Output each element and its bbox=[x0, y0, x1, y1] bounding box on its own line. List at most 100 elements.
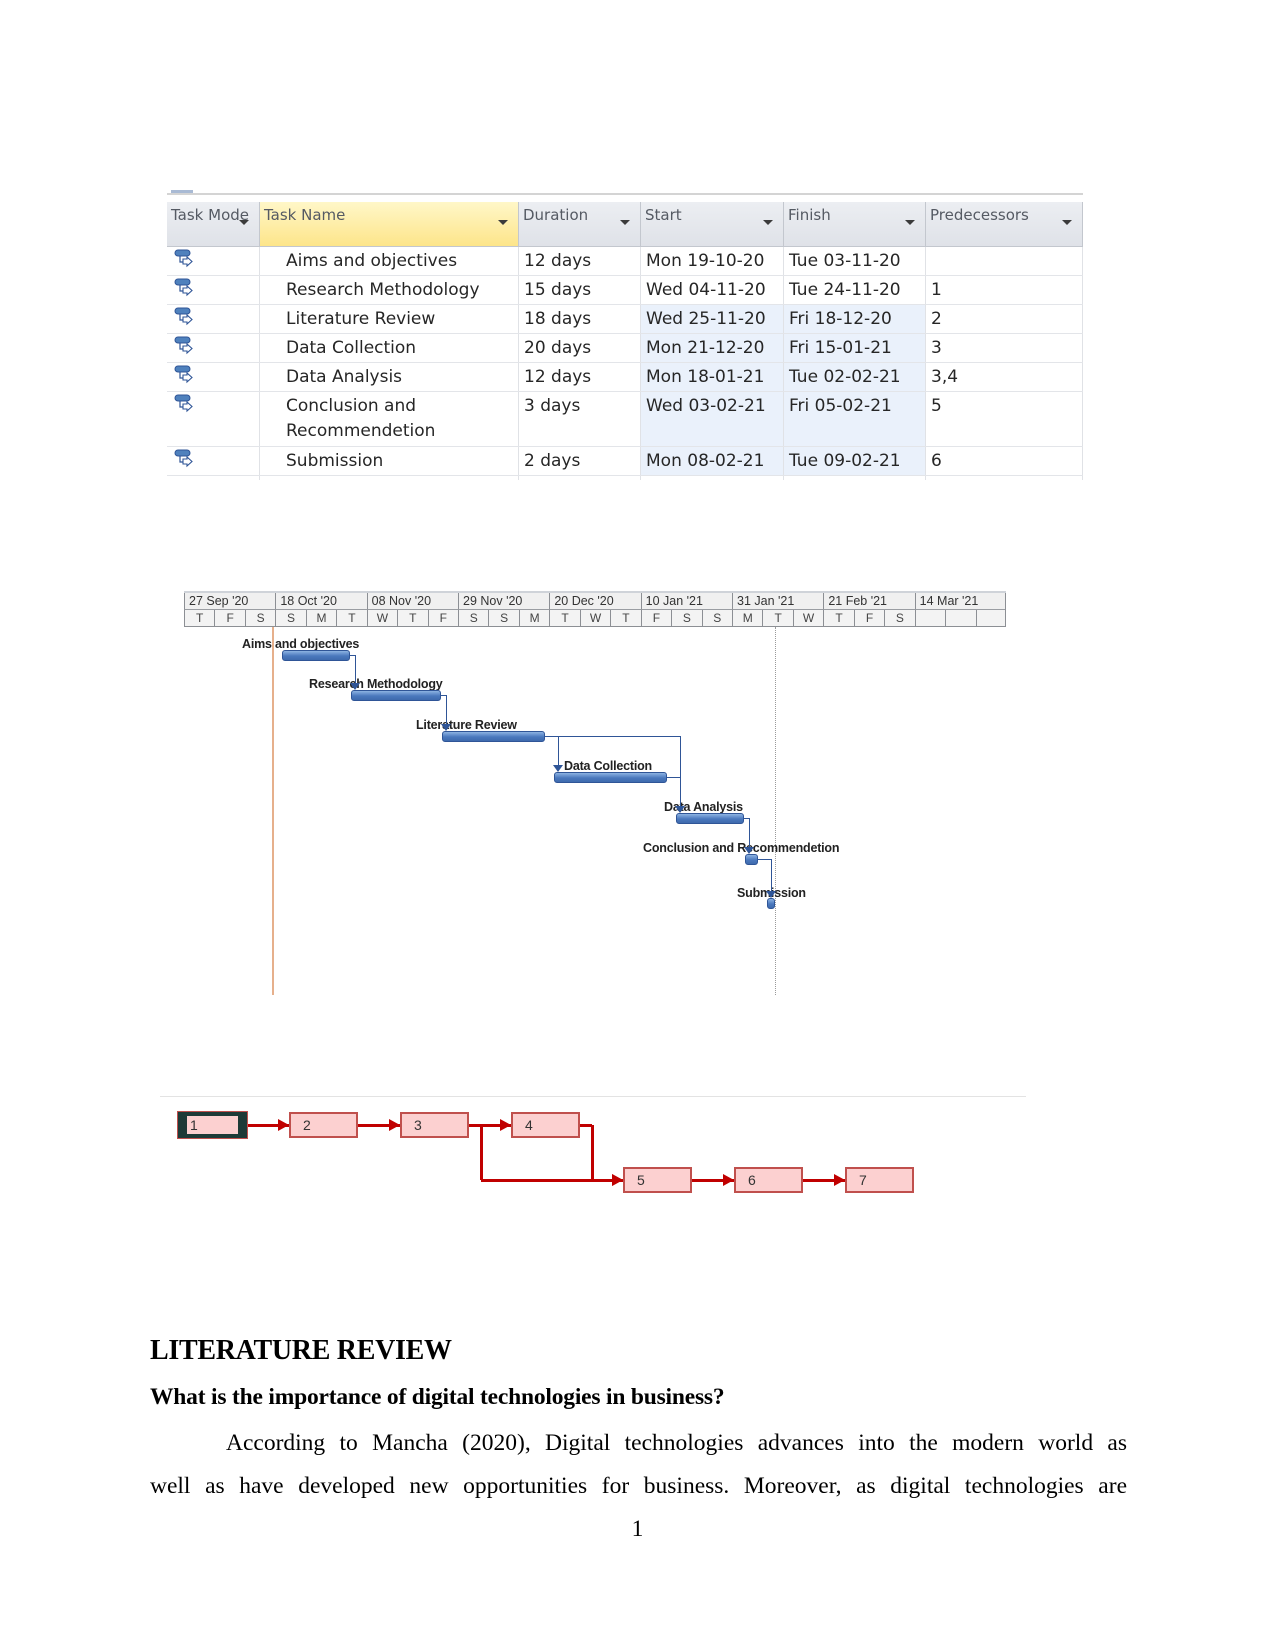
column-header-task-mode[interactable]: Task Mode bbox=[167, 202, 260, 247]
network-node-box[interactable]: 4 bbox=[511, 1112, 580, 1138]
table-row[interactable]: Submission 2 days Mon 08-02-21 Tue 09-02-21… bbox=[167, 447, 1083, 476]
timescale-minor-cell bbox=[945, 610, 976, 627]
cell-start[interactable]: Wed 03-02-21 bbox=[641, 392, 784, 446]
cell-duration[interactable]: 2 days bbox=[519, 447, 641, 475]
network-node-box[interactable]: 5 bbox=[623, 1167, 692, 1193]
cell-start[interactable]: Mon 18-01-21 bbox=[641, 363, 784, 391]
column-header-label: Task Name bbox=[264, 206, 346, 224]
cell-duration[interactable]: 15 days bbox=[519, 276, 641, 304]
auto-scheduled-task-icon bbox=[174, 278, 193, 297]
dropdown-arrow-icon[interactable] bbox=[620, 220, 630, 225]
gantt-task-bar[interactable] bbox=[351, 690, 441, 701]
cell-start[interactable]: Wed 04-11-20 bbox=[641, 276, 784, 304]
dependency-link bbox=[558, 736, 559, 766]
network-link bbox=[591, 1125, 594, 1180]
arrow-head-icon bbox=[389, 1119, 400, 1131]
column-header-task-name[interactable]: Task Name bbox=[260, 202, 519, 247]
timescale-minor-cell: S bbox=[701, 610, 732, 627]
column-header-predecessors[interactable]: Predecessors bbox=[926, 202, 1083, 247]
column-header-duration[interactable]: Duration bbox=[519, 202, 641, 247]
dropdown-arrow-icon[interactable] bbox=[239, 220, 249, 225]
cell-duration[interactable]: 3 days bbox=[519, 392, 641, 446]
cell-duration[interactable]: 12 days bbox=[519, 247, 641, 275]
column-header-finish[interactable]: Finish bbox=[784, 202, 926, 247]
cell-name[interactable]: Data Collection bbox=[260, 334, 519, 362]
gantt-task-bar[interactable] bbox=[442, 731, 545, 742]
subheading-question: What is the importance of digital techno… bbox=[150, 1384, 725, 1410]
status-date-line bbox=[775, 627, 776, 995]
dropdown-arrow-icon[interactable] bbox=[498, 220, 508, 225]
gantt-task-label: Literature Review bbox=[416, 718, 517, 732]
dropdown-arrow-icon[interactable] bbox=[1062, 220, 1072, 225]
dropdown-arrow-icon[interactable] bbox=[905, 220, 915, 225]
task-mode-cell[interactable] bbox=[167, 363, 260, 391]
arrow-head-icon bbox=[723, 1174, 734, 1186]
cell-name[interactable]: Submission bbox=[260, 447, 519, 475]
cell-finish[interactable]: Tue 24-11-20 bbox=[784, 276, 926, 304]
cell-duration[interactable]: 18 days bbox=[519, 305, 641, 333]
cell-finish[interactable]: Tue 09-02-21 bbox=[784, 447, 926, 475]
task-mode-cell[interactable] bbox=[167, 305, 260, 333]
cell-predecessors[interactable]: 6 bbox=[926, 447, 1083, 475]
cell-predecessors[interactable]: 3,4 bbox=[926, 363, 1083, 391]
timescale-minor-cell: F bbox=[640, 610, 672, 627]
cell-predecessors[interactable]: 5 bbox=[926, 392, 1083, 446]
table-row[interactable]: Research Methodology 15 days Wed 04-11-20 T… bbox=[167, 276, 1083, 305]
gantt-task-bar[interactable] bbox=[554, 772, 667, 783]
cell-finish[interactable]: Fri 18-12-20 bbox=[784, 305, 926, 333]
cell-finish[interactable]: Fri 15-01-21 bbox=[784, 334, 926, 362]
cell-duration[interactable]: 12 days bbox=[519, 363, 641, 391]
dropdown-arrow-icon[interactable] bbox=[763, 220, 773, 225]
cell-finish[interactable]: Fri 05-02-21 bbox=[784, 392, 926, 446]
gantt-task-bar[interactable] bbox=[767, 898, 775, 909]
table-row[interactable]: Literature Review 18 days Wed 25-11-20 Fri … bbox=[167, 305, 1083, 334]
task-mode-cell[interactable] bbox=[167, 247, 260, 275]
network-node-box[interactable]: 1 bbox=[177, 1111, 248, 1139]
table-row[interactable]: Aims and objectives 12 days Mon 19-10-20 Tu… bbox=[167, 247, 1083, 276]
cell-name[interactable]: Literature Review bbox=[260, 305, 519, 333]
network-node-box[interactable]: 3 bbox=[400, 1112, 469, 1138]
task-mode-cell[interactable] bbox=[167, 334, 260, 362]
cell-finish[interactable]: Tue 02-02-21 bbox=[784, 363, 926, 391]
cell-name[interactable]: Aims and objectives bbox=[260, 247, 519, 275]
timescale-minor-cell: F bbox=[853, 610, 885, 627]
task-mode-cell[interactable] bbox=[167, 392, 260, 446]
cell-name[interactable]: Data Analysis bbox=[260, 363, 519, 391]
column-gridline bbox=[1082, 476, 1083, 480]
cell-finish[interactable]: Tue 03-11-20 bbox=[784, 247, 926, 275]
gantt-task-bar[interactable] bbox=[282, 650, 350, 661]
dependency-arrow-icon bbox=[350, 683, 360, 690]
cell-predecessors[interactable]: 1 bbox=[926, 276, 1083, 304]
column-gridline bbox=[783, 476, 784, 480]
column-header-label: Task Mode bbox=[171, 206, 250, 224]
cell-start[interactable]: Wed 25-11-20 bbox=[641, 305, 784, 333]
cell-predecessors[interactable]: 3 bbox=[926, 334, 1083, 362]
gantt-task-bar[interactable] bbox=[745, 854, 758, 865]
cell-duration[interactable]: 20 days bbox=[519, 334, 641, 362]
cell-name[interactable]: Research Methodology bbox=[260, 276, 519, 304]
table-row[interactable]: Conclusion and Recommendetion 3 days Wed 0… bbox=[167, 392, 1083, 447]
network-node-box[interactable]: 7 bbox=[845, 1167, 914, 1193]
network-node-box[interactable]: 6 bbox=[734, 1167, 803, 1193]
timescale-minor-cell bbox=[975, 610, 1006, 627]
network-node-box[interactable]: 2 bbox=[289, 1112, 358, 1138]
cell-start[interactable]: Mon 08-02-21 bbox=[641, 447, 784, 475]
cell-predecessors[interactable] bbox=[926, 247, 1083, 275]
timescale-minor-cell: T bbox=[823, 610, 854, 627]
page-number: 1 bbox=[631, 1516, 644, 1542]
cell-start[interactable]: Mon 21-12-20 bbox=[641, 334, 784, 362]
cell-predecessors[interactable]: 2 bbox=[926, 305, 1083, 333]
column-header-start[interactable]: Start bbox=[641, 202, 784, 247]
timescale-minor-cell: S bbox=[488, 610, 519, 627]
gantt-task-bar[interactable] bbox=[676, 813, 744, 824]
cell-name[interactable]: Conclusion and Recommendetion bbox=[260, 392, 519, 446]
table-row[interactable]: Data Analysis 12 days Mon 18-01-21 Tue 02-0… bbox=[167, 363, 1083, 392]
cell-start[interactable]: Mon 19-10-20 bbox=[641, 247, 784, 275]
task-mode-cell[interactable] bbox=[167, 447, 260, 475]
column-gridline bbox=[259, 476, 260, 480]
table-row[interactable]: Data Collection 20 days Mon 21-12-20 Fri 15… bbox=[167, 334, 1083, 363]
task-mode-cell[interactable] bbox=[167, 276, 260, 304]
column-header-label: Duration bbox=[523, 206, 589, 224]
timescale-major-cell: 29 Nov '20 bbox=[458, 593, 550, 610]
column-header-label: Finish bbox=[788, 206, 831, 224]
